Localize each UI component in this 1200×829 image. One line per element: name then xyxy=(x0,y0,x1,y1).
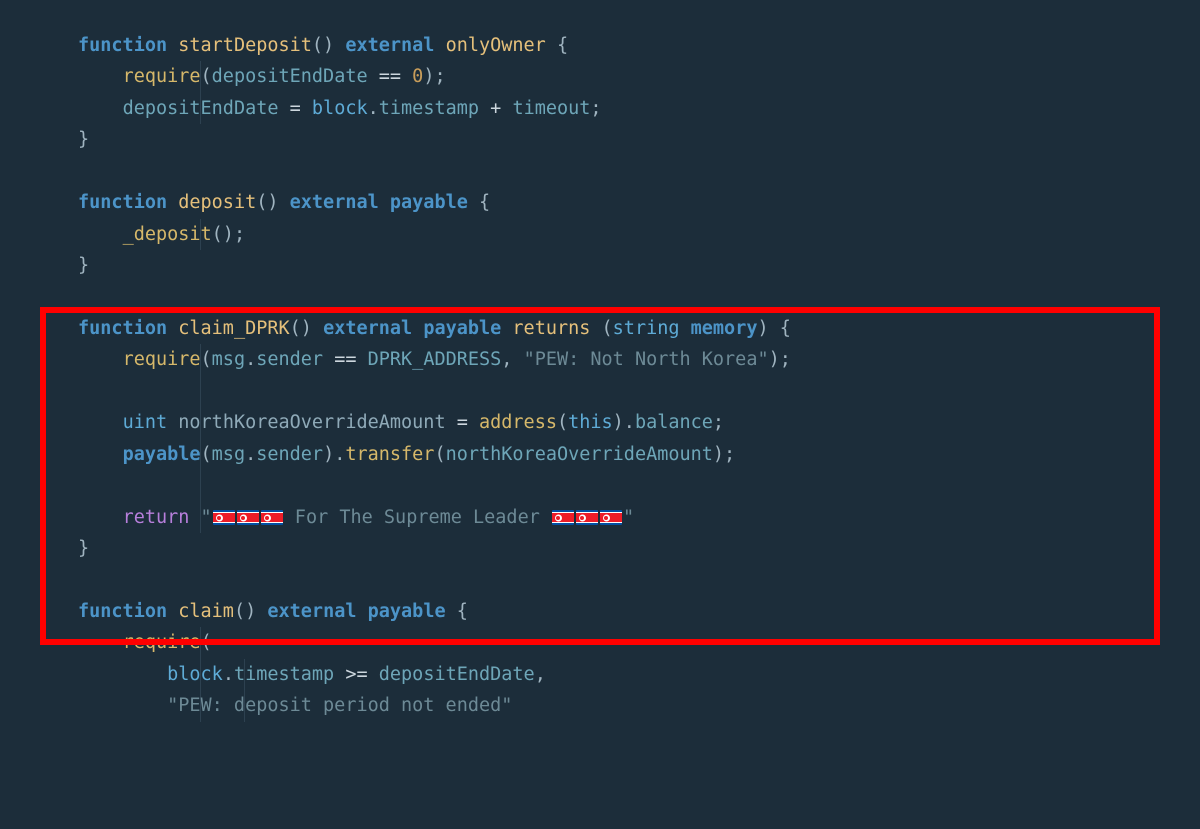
keyword-return: return xyxy=(123,507,190,528)
flag-icon xyxy=(261,510,283,525)
modifier-onlyOwner: onlyOwner xyxy=(446,35,546,56)
code-line: block.timestamp >= depositEndDate, xyxy=(78,659,1200,690)
type-uint: uint xyxy=(123,412,168,433)
code-line: } xyxy=(78,124,1200,155)
function-name: claim_DPRK xyxy=(178,318,289,339)
code-line: _deposit(); xyxy=(78,219,1200,250)
string-literal: "PEW: Not North Korea" xyxy=(524,349,769,370)
code-line: depositEndDate = block.timestamp + timeo… xyxy=(78,93,1200,124)
flag-icon xyxy=(213,510,235,525)
number-zero: 0 xyxy=(412,66,423,87)
ident-depositEndDate: depositEndDate xyxy=(212,66,368,87)
code-line: function startDeposit() external onlyOwn… xyxy=(78,30,1200,61)
code-editor[interactable]: function startDeposit() external onlyOwn… xyxy=(0,30,1200,722)
blank-line xyxy=(78,564,1200,595)
string-literal: "PEW: deposit period not ended" xyxy=(167,695,512,716)
code-line: require(msg.sender == DPRK_ADDRESS, "PEW… xyxy=(78,344,1200,375)
code-line: function deposit() external payable { xyxy=(78,187,1200,218)
code-line: } xyxy=(78,533,1200,564)
flag-icon xyxy=(552,510,574,525)
type-string: string xyxy=(613,318,680,339)
function-name: startDeposit xyxy=(178,35,312,56)
keyword-returns: returns xyxy=(512,318,590,339)
blank-line xyxy=(78,470,1200,501)
code-line: require(depositEndDate == 0); xyxy=(78,61,1200,92)
code-line: } xyxy=(78,250,1200,281)
ident-block: block xyxy=(312,98,368,119)
keyword-external: external xyxy=(345,35,434,56)
code-line: payable(msg.sender).transfer(northKoreaO… xyxy=(78,439,1200,470)
code-line: return " For The Supreme Leader " xyxy=(78,502,1200,533)
code-line: "PEW: deposit period not ended" xyxy=(78,690,1200,721)
flag-icon xyxy=(576,510,598,525)
code-line: function claim() external payable { xyxy=(78,596,1200,627)
keyword-payable: payable xyxy=(390,192,468,213)
code-line: uint northKoreaOverrideAmount = address(… xyxy=(78,407,1200,438)
code-line: require( xyxy=(78,627,1200,658)
keyword-function: function xyxy=(78,35,167,56)
blank-line xyxy=(78,156,1200,187)
function-name: deposit xyxy=(178,192,256,213)
flag-icon xyxy=(237,510,259,525)
call-require: require xyxy=(123,66,201,87)
function-name: claim xyxy=(178,601,234,622)
code-line: function claim_DPRK() external payable r… xyxy=(78,313,1200,344)
keyword-this: this xyxy=(568,412,613,433)
flag-icon xyxy=(600,510,622,525)
keyword-memory: memory xyxy=(691,318,758,339)
blank-line xyxy=(78,376,1200,407)
blank-line xyxy=(78,282,1200,313)
ident-dprk-address: DPRK_ADDRESS xyxy=(368,349,502,370)
